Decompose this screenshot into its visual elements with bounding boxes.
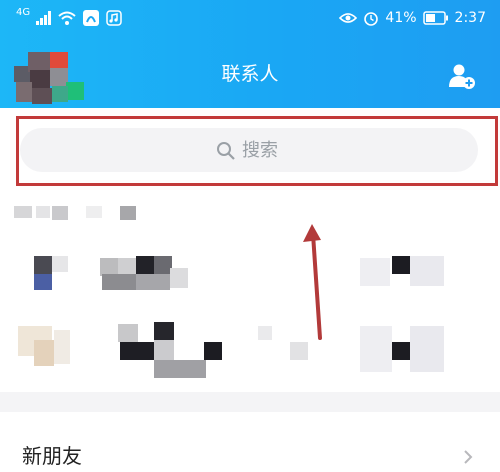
page-title: 联系人 (221, 63, 279, 85)
clock: 2:37 (454, 10, 486, 26)
alarm-icon (364, 12, 379, 26)
wifi-icon (58, 11, 76, 25)
music-icon (106, 10, 122, 26)
app-icon (83, 10, 100, 26)
new-friends-label: 新朋友 (22, 444, 82, 468)
signal-icon (36, 11, 52, 25)
battery-percent: 41% (385, 10, 417, 26)
new-friends-item[interactable]: 新朋友 (0, 412, 500, 472)
chevron-right-icon (464, 450, 473, 464)
eye-icon (339, 13, 358, 23)
annotation-arrow (303, 224, 322, 340)
section-divider (0, 392, 500, 412)
battery-icon (422, 11, 448, 25)
add-contact-icon[interactable] (448, 62, 476, 90)
status-bar: 4G 41% 2:37 (0, 0, 500, 36)
network-type: 4G (16, 7, 31, 18)
header-bar: 4G 41% 2:37 联系人 (0, 0, 500, 108)
annotation-highlight-frame (16, 116, 498, 186)
